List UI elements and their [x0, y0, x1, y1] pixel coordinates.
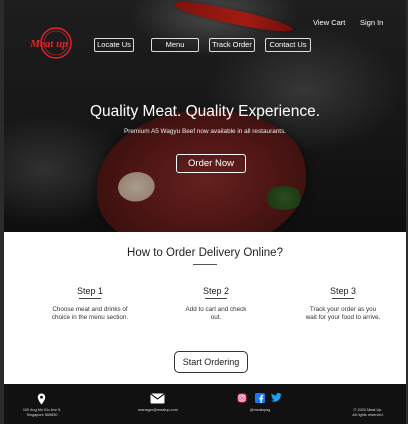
- how-to-order-section: How to Order Delivery Online? Step 1 Cho…: [4, 232, 406, 384]
- meatup-logo[interactable]: Meat up: [22, 22, 78, 64]
- view-cart-link[interactable]: View Cart: [313, 18, 345, 27]
- step-title: Step 2: [202, 286, 230, 296]
- nav-menu[interactable]: Menu: [151, 38, 199, 52]
- step-divider: [205, 298, 227, 299]
- nav-locate-us[interactable]: Locate Us: [94, 38, 134, 52]
- nav-track-order[interactable]: Track Order: [209, 38, 255, 52]
- step-2: Step 2 Add to cart and check out.: [161, 286, 271, 322]
- mail-icon[interactable]: [150, 393, 165, 404]
- nav-contact-us[interactable]: Contact Us: [265, 38, 311, 52]
- logo-text: Meat up: [29, 38, 68, 50]
- start-ordering-button[interactable]: Start Ordering: [174, 351, 248, 373]
- title-divider: [193, 264, 217, 265]
- footer: 100 Ang Mo Kio Ave 5, Singapore 569830 m…: [4, 384, 406, 424]
- how-title: How to Order Delivery Online?: [127, 247, 283, 259]
- step-description: Choose meat and drinks of choice in the …: [51, 306, 129, 321]
- facebook-icon[interactable]: [255, 393, 265, 403]
- twitter-icon[interactable]: [271, 393, 282, 402]
- hero-subtitle: Premium A5 Wagyu Beef now available in a…: [123, 128, 287, 135]
- step-description: Track your order as you wait for your fo…: [305, 306, 381, 321]
- footer-copyright: © 2020 Meat Up. All rights reserved.: [334, 408, 402, 417]
- sign-in-link[interactable]: Sign In: [360, 18, 383, 27]
- step-3: Step 3 Track your order as you wait for …: [288, 286, 398, 322]
- step-1: Step 1 Choose meat and drinks of choice …: [35, 286, 145, 322]
- step-divider: [79, 298, 101, 299]
- hero-section: Meat up Locate Us Menu Track Order Conta…: [4, 0, 406, 232]
- location-pin-icon: [37, 393, 46, 405]
- footer-address: 100 Ang Mo Kio Ave 5, Singapore 569830: [10, 408, 74, 417]
- rights-line: All rights reserved.: [352, 412, 384, 417]
- page: Meat up Locate Us Menu Track Order Conta…: [4, 0, 406, 424]
- step-title: Step 1: [76, 286, 104, 296]
- hero-title: Quality Meat. Quality Experience.: [89, 103, 321, 120]
- step-title: Step 3: [329, 286, 357, 296]
- order-now-button[interactable]: Order Now: [176, 154, 246, 173]
- step-description: Add to cart and check out.: [185, 306, 247, 321]
- address-line-2: Singapore 569830: [26, 412, 58, 417]
- step-divider: [332, 298, 354, 299]
- instagram-icon[interactable]: [237, 393, 247, 403]
- footer-email[interactable]: manager@meatup.com: [122, 408, 194, 413]
- footer-social-handle[interactable]: @meatupsg: [232, 408, 288, 413]
